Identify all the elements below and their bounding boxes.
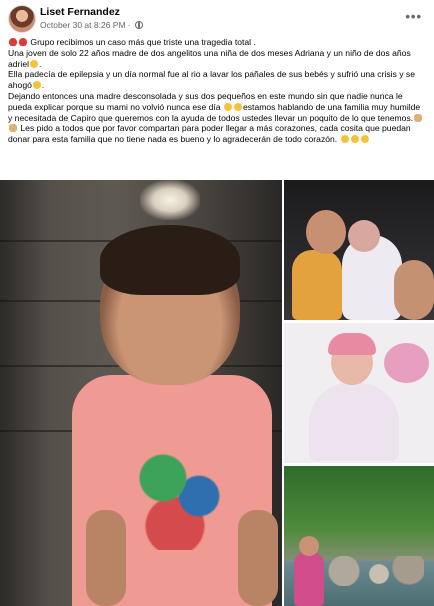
author-avatar[interactable]	[8, 5, 36, 33]
globe-icon[interactable]	[135, 21, 144, 29]
window-light	[140, 180, 200, 220]
girl-head	[299, 536, 319, 556]
photo-siblings[interactable]	[284, 180, 434, 320]
post-text: Grupo recibimos un caso más que triste u…	[8, 37, 426, 145]
boy-head	[306, 210, 346, 254]
flower-pattern	[384, 343, 429, 383]
post-text-line: Les pido a todos que por favor compartan…	[8, 123, 411, 145]
crying-face-emoji-icon	[340, 135, 349, 144]
post-meta: October 30 at 8:26 PM ·	[40, 20, 144, 30]
doll-hat	[328, 333, 376, 355]
post-text-line: Grupo recibimos un caso más que triste u…	[30, 37, 256, 47]
girl-body	[294, 552, 324, 606]
photo-grid	[0, 180, 434, 606]
photo-river[interactable]	[284, 466, 434, 606]
meta-separator: ·	[127, 20, 131, 30]
post-timestamp[interactable]: October 30 at 8:26 PM	[40, 20, 126, 30]
sad-face-emoji-icon	[30, 59, 39, 68]
river-rocks	[324, 556, 424, 586]
post-paragraph-4: Dejando entonces una madre desconsolada …	[8, 91, 426, 145]
crying-face-emoji-icon	[350, 135, 359, 144]
photo-toddler-pink-shirt[interactable]	[0, 180, 282, 606]
post-text-line: Ella padecía de epilepsia y un día norma…	[8, 69, 415, 91]
more-options-icon[interactable]: •••	[405, 9, 422, 24]
doll-dress	[309, 383, 399, 461]
crying-face-emoji-icon	[223, 102, 232, 111]
crying-face-emoji-icon	[360, 135, 369, 144]
post-paragraph-3: Ella padecía de epilepsia y un día norma…	[8, 69, 415, 91]
baby-head	[348, 220, 380, 252]
red-heart-emoji-icon	[9, 38, 17, 46]
crying-face-emoji-icon	[233, 102, 242, 111]
child-arm	[238, 510, 278, 606]
child-hair	[100, 225, 240, 295]
post-paragraph-2: Una joven de solo 22 años madre de dos a…	[8, 47, 411, 69]
photo-baby-doll[interactable]	[284, 323, 434, 463]
praying-hands-emoji-icon	[414, 113, 423, 122]
adult-arm	[394, 260, 434, 320]
shirt-print	[115, 430, 235, 550]
sad-face-emoji-icon	[32, 81, 41, 90]
author-name[interactable]: Liset Fernandez	[40, 6, 120, 18]
praying-hands-emoji-icon	[9, 124, 17, 133]
boy-body	[292, 250, 342, 320]
post-text-line: Una joven de solo 22 años madre de dos a…	[8, 47, 411, 69]
child-arm	[86, 510, 126, 606]
post-paragraph-1: Grupo recibimos un caso más que triste u…	[8, 37, 426, 48]
post-header: Liset Fernandez October 30 at 8:26 PM · …	[8, 5, 426, 33]
red-heart-emoji-icon	[19, 38, 27, 46]
